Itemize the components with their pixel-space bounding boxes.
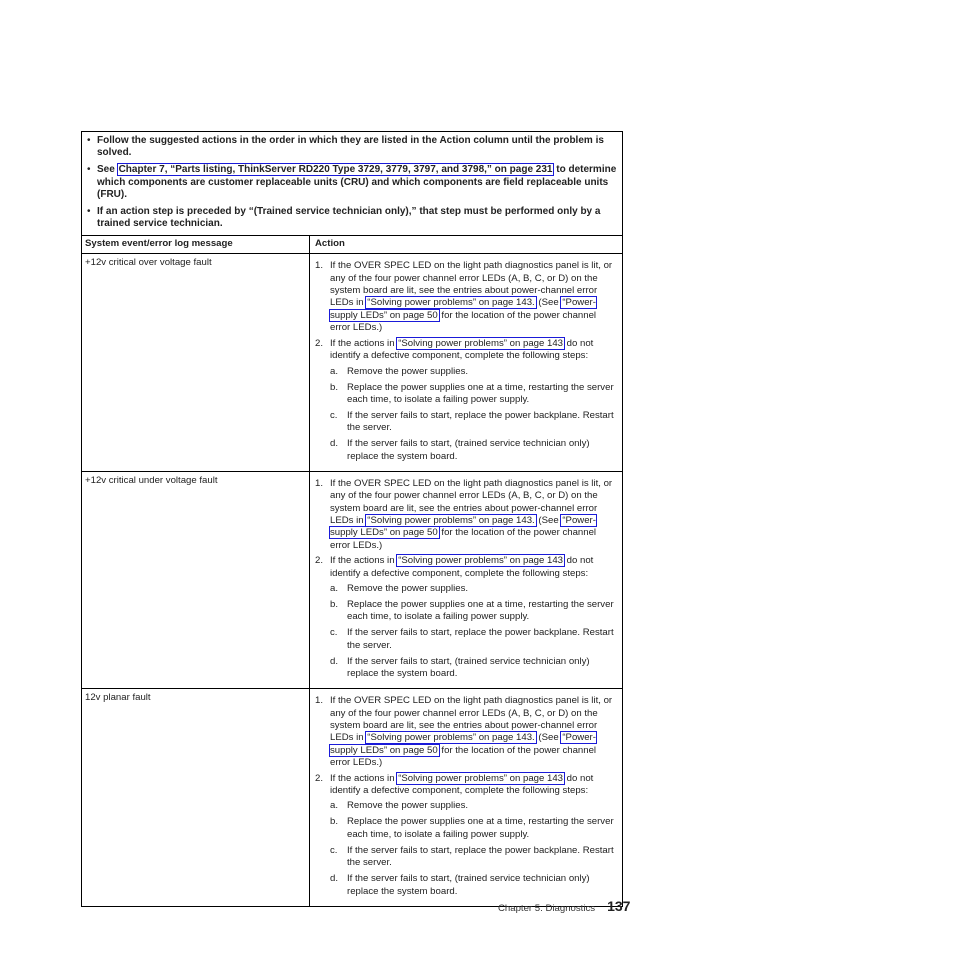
substep-letter: d. (330, 438, 339, 450)
substep-list: a. Remove the power supplies. b. Replace th… (315, 583, 614, 681)
solving-power-problems-link[interactable]: “Solving power problems” on page 143. (365, 296, 537, 310)
substep-letter: d. (330, 873, 339, 885)
action-substep: d. If the server fails to start, (trained… (330, 656, 614, 681)
chapter-label: Chapter 5. Diagnostics (498, 903, 596, 914)
action-step: 1. If the OVER SPEC LED on the light pat… (315, 260, 613, 334)
note-item: • See Chapter 7, “Parts listing, ThinkSe… (87, 163, 617, 201)
action-substep: a. Remove the power supplies. (330, 800, 614, 812)
action-cell: 1. If the OVER SPEC LED on the light pat… (310, 254, 622, 470)
bullet-icon: • (87, 164, 91, 176)
action-substep: d. If the server fails to start, (trained… (330, 873, 614, 898)
error-message: +12v critical over voltage fault (82, 254, 310, 471)
action-substep: d. If the server fails to start, (trained… (330, 438, 614, 463)
substep-letter: c. (330, 409, 338, 421)
substep-text: If the server fails to start, replace th… (347, 409, 614, 434)
column-header-action: Action (315, 237, 345, 249)
substep-letter: b. (330, 598, 339, 610)
step-number: 2. (315, 772, 324, 784)
substep-text: If the server fails to start, (trained s… (347, 438, 590, 462)
table-row: +12v critical over voltage fault 1. If t… (82, 254, 622, 472)
note-item: • Follow the suggested actions in the or… (87, 135, 604, 159)
substep-text: If the server fails to start, replace th… (347, 844, 614, 869)
substep-letter: c. (330, 844, 338, 856)
action-substep: b. Replace the power supplies one at a ti… (330, 599, 614, 624)
action-substep: c. If the server fails to start, replace … (330, 845, 614, 870)
substep-text: Replace the power supplies one at a time… (347, 816, 614, 840)
substep-letter: c. (330, 627, 338, 639)
action-step: 2. If the actions in “Solving power prob… (315, 554, 594, 579)
error-message: 12v planar fault (82, 689, 310, 906)
diagnostics-table: • Follow the suggested actions in the or… (81, 131, 623, 907)
action-step: 2. If the actions in “Solving power prob… (315, 771, 594, 797)
table-row: +12v critical under voltage fault 1. If … (82, 471, 622, 690)
page-number: 137 (607, 898, 631, 914)
action-substep: c. If the server fails to start, replace … (330, 410, 614, 435)
action-substep: a. Remove the power supplies. (330, 366, 614, 378)
note-item: • If an action step is preceded by “(Tra… (87, 206, 601, 230)
substep-letter: b. (330, 816, 339, 828)
chapter-7-link[interactable]: Chapter 7, “Parts listing, ThinkServer R… (116, 163, 555, 177)
table-notes: • Follow the suggested actions in the or… (82, 132, 622, 236)
substep-text: Replace the power supplies one at a time… (347, 598, 614, 623)
substep-letter: a. (330, 800, 339, 812)
substep-text: If the server fails to start, (trained s… (347, 873, 590, 897)
table-header-row: System event/error log message Action (82, 235, 622, 255)
step-number: 2. (315, 555, 324, 567)
substep-text: Remove the power supplies. (347, 582, 469, 594)
action-substep: b. Replace the power supplies one at a t… (330, 382, 614, 407)
solving-power-problems-link[interactable]: “Solving power problems” on page 143 (396, 554, 565, 568)
action-substep: a. Remove the power supplies. (330, 583, 614, 595)
column-header-message: System event/error log message (82, 235, 310, 254)
solving-power-problems-link[interactable]: “Solving power problems” on page 143. (365, 513, 537, 527)
bullet-icon: • (87, 135, 91, 146)
solving-power-problems-link[interactable]: “Solving power problems” on page 143 (396, 771, 565, 785)
substep-list: a. Remove the power supplies. b. Replace th… (315, 800, 614, 898)
substep-letter: b. (330, 381, 339, 393)
solving-power-problems-link[interactable]: “Solving power problems” on page 143 (396, 336, 565, 350)
step-number: 1. (315, 695, 324, 707)
action-cell: 1. If the OVER SPEC LED on the light pat… (310, 689, 622, 905)
substep-list: a. Remove the power supplies. b. Replace t… (315, 366, 614, 464)
substep-text: If the server fails to start, replace th… (347, 627, 614, 651)
action-substep: b. Replace the power supplies one at a ti… (330, 816, 614, 841)
table-row: 12v planar fault 1. If the OVER SPEC LED… (82, 689, 622, 906)
substep-text: Remove the power supplies. (347, 365, 469, 377)
step-number: 2. (315, 337, 324, 349)
error-message: +12v critical under voltage fault (82, 471, 310, 689)
action-step: 1. If the OVER SPEC LED on the light pat… (315, 695, 613, 769)
action-step: 2. If the actions in “Solving power prob… (315, 336, 594, 362)
step-number: 1. (315, 260, 324, 272)
action-step: 1. If the OVER SPEC LED on the light pat… (315, 477, 613, 551)
substep-letter: a. (330, 582, 339, 594)
substep-text: If the server fails to start, (trained s… (347, 655, 590, 680)
substep-letter: a. (330, 365, 339, 377)
step-number: 1. (315, 477, 324, 489)
page-footer: Chapter 5. Diagnostics 137 (498, 898, 630, 914)
solving-power-problems-link[interactable]: “Solving power problems” on page 143. (365, 731, 537, 745)
action-cell: 1. If the OVER SPEC LED on the light pat… (310, 472, 622, 688)
bullet-icon: • (87, 206, 91, 218)
substep-text: Replace the power supplies one at a time… (347, 381, 614, 405)
substep-text: Remove the power supplies. (347, 800, 469, 812)
substep-letter: d. (330, 655, 339, 667)
action-substep: c. If the server fails to start, replace … (330, 627, 614, 652)
